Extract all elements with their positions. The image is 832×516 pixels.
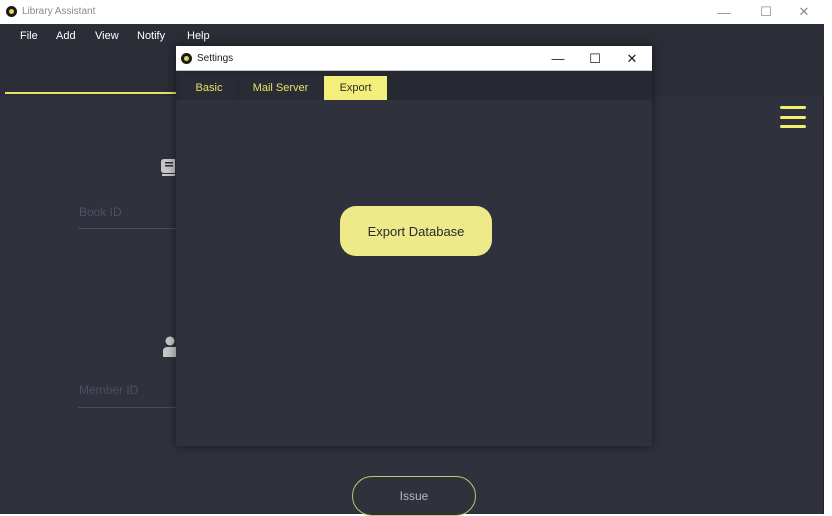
member-id-underline	[78, 407, 176, 408]
menu-add[interactable]: Add	[56, 30, 76, 42]
settings-maximize-button[interactable]: ☐	[577, 46, 613, 71]
tab-export[interactable]: Export	[324, 76, 387, 100]
book-id-underline	[78, 228, 176, 229]
main-titlebar: Library Assistant — ☐ ✕	[0, 0, 824, 24]
minimize-button[interactable]: —	[706, 0, 742, 24]
header-underline	[5, 92, 176, 94]
settings-titlebar: Settings — ☐ ✕	[176, 46, 652, 71]
user-icon	[162, 336, 176, 363]
maximize-button[interactable]: ☐	[748, 0, 784, 24]
settings-title: Settings	[197, 53, 234, 64]
close-button[interactable]: ✕	[786, 0, 822, 24]
menu-file[interactable]: File	[20, 30, 38, 42]
book-id-input[interactable]: Book ID	[79, 205, 122, 219]
window-title: Library Assistant	[22, 6, 96, 17]
menu-help[interactable]: Help	[187, 30, 210, 42]
menu-view[interactable]: View	[95, 30, 119, 42]
settings-logo-icon	[181, 53, 192, 64]
book-icon	[160, 158, 176, 183]
export-database-button[interactable]: Export Database	[340, 206, 492, 256]
export-tab-panel: Export Database	[176, 100, 652, 446]
issue-button[interactable]: Issue	[352, 476, 476, 516]
settings-close-button[interactable]: ✕	[614, 46, 650, 71]
settings-dialog: Settings — ☐ ✕ Basic Mail Server Export …	[176, 46, 652, 446]
menu-notify[interactable]: Notify	[137, 30, 165, 42]
tab-basic[interactable]: Basic	[181, 76, 237, 100]
member-id-input[interactable]: Member ID	[79, 383, 138, 397]
app-logo-icon	[6, 6, 17, 17]
hamburger-menu-icon[interactable]	[780, 106, 806, 128]
settings-minimize-button[interactable]: —	[540, 46, 576, 71]
settings-tabbar: Basic Mail Server Export	[176, 71, 652, 100]
tab-mail-server[interactable]: Mail Server	[239, 76, 322, 100]
